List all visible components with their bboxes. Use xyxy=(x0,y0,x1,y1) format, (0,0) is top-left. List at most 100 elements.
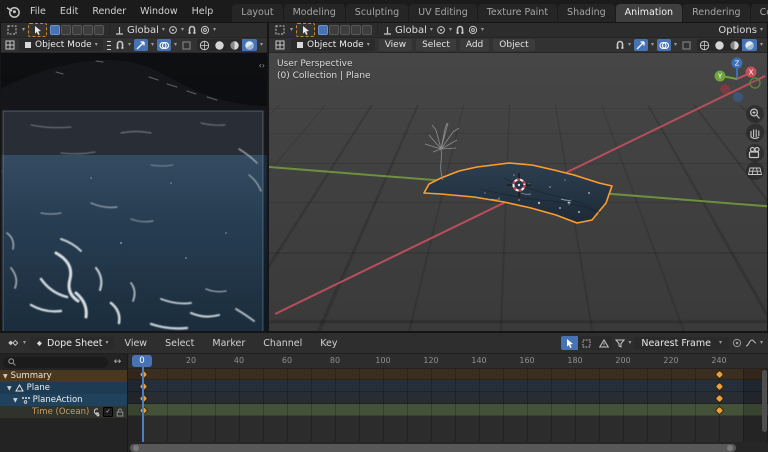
mode-dropdown[interactable]: Object Mode xyxy=(19,39,103,51)
current-frame-badge[interactable]: 0 xyxy=(132,355,152,367)
workspace-tab-uv-editing[interactable]: UV Editing xyxy=(409,4,477,22)
xray-toggle-icon[interactable] xyxy=(680,39,694,51)
channel-plane[interactable]: Plane xyxy=(0,382,127,394)
shading-rendered-icon[interactable] xyxy=(742,39,757,51)
snap-icon[interactable] xyxy=(615,40,625,50)
menu-marker[interactable]: Marker xyxy=(205,338,252,349)
channel-plane-action[interactable]: PlaneAction xyxy=(0,394,127,406)
proportional-icon[interactable] xyxy=(732,338,742,348)
workspace-tab-modeling[interactable]: Modeling xyxy=(284,4,345,22)
workspace-tab-animation[interactable]: Animation xyxy=(616,4,682,22)
keyframe[interactable] xyxy=(714,393,724,403)
workspace-tab-sculpting[interactable]: Sculpting xyxy=(346,4,408,22)
menu-edit[interactable]: Edit xyxy=(53,6,85,17)
pivot-icon[interactable] xyxy=(436,25,446,35)
menu-channel[interactable]: Channel xyxy=(256,338,309,349)
tweak-tool-button[interactable] xyxy=(28,23,47,37)
shading-material-icon[interactable] xyxy=(227,39,242,51)
select-mode-buttons[interactable] xyxy=(318,25,372,35)
dope-sheet-mode-dropdown[interactable]: Dope Sheet xyxy=(30,337,114,350)
select-mode-buttons[interactable] xyxy=(50,25,104,35)
box-select-tool-icon[interactable] xyxy=(273,24,287,36)
menu-select[interactable]: Select xyxy=(416,39,456,51)
menu-view[interactable]: View xyxy=(379,39,412,51)
menu-file[interactable]: File xyxy=(23,6,53,17)
tweak-tool-button[interactable] xyxy=(296,23,315,37)
proportional-icon[interactable] xyxy=(468,25,478,35)
channel-label: Summary xyxy=(11,371,52,381)
horizontal-scrollbar-row xyxy=(0,442,768,452)
lock-icon[interactable] xyxy=(116,408,124,417)
orientation-label[interactable]: Global xyxy=(395,25,427,36)
timeline-ruler[interactable]: 20406080100120140160180200220240 0 xyxy=(128,354,768,369)
menu-view[interactable]: View xyxy=(118,338,155,349)
wrench-icon[interactable] xyxy=(91,408,100,417)
viewport-left-canvas[interactable]: ‹› xyxy=(1,53,267,331)
workspace-tab-texture-paint[interactable]: Texture Paint xyxy=(478,4,557,22)
options-label[interactable]: Options xyxy=(718,25,757,36)
snap-mode-dropdown[interactable]: Nearest Frame xyxy=(634,337,729,350)
channel-time-ocean[interactable]: Time (Ocean) xyxy=(0,406,127,418)
workspace-tab-rendering[interactable]: Rendering xyxy=(683,4,750,22)
mode-dropdown[interactable]: Object Mode xyxy=(291,39,375,51)
keyframe[interactable] xyxy=(714,381,724,391)
expand-triangle-icon[interactable] xyxy=(13,397,18,404)
editor-type-icon[interactable] xyxy=(5,337,19,349)
shading-solid-icon[interactable] xyxy=(212,39,227,51)
ruler-tick: 80 xyxy=(330,356,340,365)
scrollbar-thumb[interactable] xyxy=(130,444,736,452)
workspace-tab-shading[interactable]: Shading xyxy=(558,4,615,22)
filter-funnel-icon[interactable] xyxy=(615,339,625,348)
xray-toggle-icon[interactable] xyxy=(180,39,194,51)
menu-add[interactable]: Add xyxy=(460,39,489,51)
playhead[interactable] xyxy=(142,367,144,442)
expand-triangle-icon[interactable] xyxy=(7,385,12,392)
gizmo-toggle-icon[interactable] xyxy=(634,39,648,51)
pivot-icon[interactable] xyxy=(168,25,178,35)
box-select-tool-icon[interactable] xyxy=(5,24,19,36)
menu-object[interactable]: Object xyxy=(493,39,534,51)
orientation-label[interactable]: Global xyxy=(127,25,159,36)
keyframe[interactable] xyxy=(714,369,724,379)
snap-icon[interactable] xyxy=(187,25,197,35)
shading-wireframe-icon[interactable] xyxy=(197,39,212,51)
expand-channels-button[interactable] xyxy=(111,357,124,367)
workspace-tab-compositing[interactable]: Compositing xyxy=(751,4,768,22)
editor-type-icon[interactable] xyxy=(5,39,15,51)
shading-solid-icon[interactable] xyxy=(712,39,727,51)
show-errors-icon[interactable] xyxy=(595,336,612,350)
overlays-toggle-icon[interactable] xyxy=(157,39,171,51)
overlays-toggle-icon[interactable] xyxy=(657,39,671,51)
only-selected-icon[interactable] xyxy=(561,336,578,350)
channel-summary[interactable]: Summary xyxy=(0,370,127,382)
ruler-tick: 120 xyxy=(423,356,438,365)
snap-icon[interactable] xyxy=(115,40,125,50)
proportional-icon[interactable] xyxy=(200,25,210,35)
interpolation-curve-icon[interactable] xyxy=(745,338,757,348)
menu-select[interactable]: Select xyxy=(158,338,201,349)
editor-type-icon[interactable] xyxy=(273,39,287,51)
keyframe-area[interactable]: 20406080100120140160180200220240 0 xyxy=(128,354,768,442)
show-hidden-icon[interactable] xyxy=(578,336,595,350)
shading-material-icon[interactable] xyxy=(727,39,742,51)
menu-window[interactable]: Window xyxy=(133,6,184,17)
snap-icon[interactable] xyxy=(455,25,465,35)
menu-key[interactable]: Key xyxy=(313,338,344,349)
sidebar-toggle-icon[interactable]: ‹› xyxy=(259,61,265,70)
menu-help[interactable]: Help xyxy=(185,6,221,17)
workspace-tab-layout[interactable]: Layout xyxy=(232,4,282,22)
search-input[interactable] xyxy=(3,357,108,368)
blender-logo-icon[interactable] xyxy=(6,4,21,19)
vertical-scrollbar[interactable] xyxy=(762,370,767,432)
shading-rendered-icon[interactable] xyxy=(242,39,257,51)
expand-triangle-icon[interactable] xyxy=(3,373,8,380)
viewport-right-canvas[interactable]: Z Y X User Perspective (0) Collection | … xyxy=(269,53,767,331)
shading-wireframe-icon[interactable] xyxy=(697,39,712,51)
menu-render[interactable]: Render xyxy=(85,6,133,17)
scrollbar-track[interactable] xyxy=(128,442,768,452)
keyframe[interactable] xyxy=(714,405,724,415)
gizmo-toggle-icon[interactable] xyxy=(134,39,148,51)
viewport-info: User Perspective (0) Collection | Plane xyxy=(277,58,371,82)
channel-enable-checkbox[interactable] xyxy=(103,407,113,417)
collapsed-menus-button[interactable] xyxy=(107,41,111,50)
